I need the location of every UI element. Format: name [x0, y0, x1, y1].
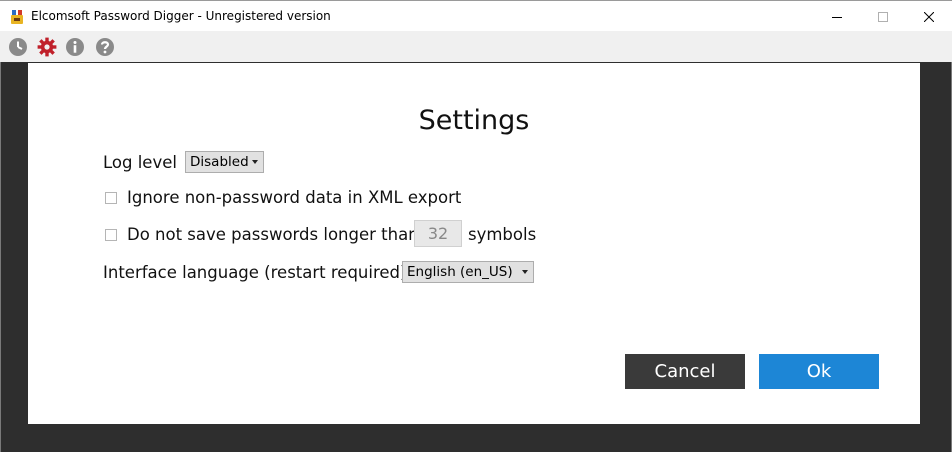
title-bar: Elcomsoft Password Digger - Unregistered…: [0, 0, 952, 31]
history-icon[interactable]: [8, 37, 28, 57]
interface-language-dropdown[interactable]: English (en_US): [402, 261, 534, 283]
max-length-label: Do not save passwords longer than: [127, 225, 419, 244]
log-level-dropdown[interactable]: Disabled: [185, 151, 264, 173]
app-logo-icon: [11, 10, 23, 24]
toolbar: [0, 31, 952, 62]
maximize-icon: [878, 11, 888, 22]
settings-title: Settings: [418, 105, 530, 136]
close-icon: [924, 11, 934, 22]
minimize-button[interactable]: [814, 1, 860, 32]
window-title: Elcomsoft Password Digger - Unregistered…: [31, 9, 331, 23]
cancel-button[interactable]: Cancel: [625, 354, 745, 389]
settings-gear-icon[interactable]: [37, 37, 57, 57]
log-level-value: Disabled: [190, 154, 249, 170]
help-icon[interactable]: [95, 37, 115, 57]
max-length-suffix: symbols: [468, 225, 537, 244]
ignore-non-password-checkbox[interactable]: [105, 192, 117, 204]
info-icon[interactable]: [65, 37, 85, 57]
ok-button[interactable]: Ok: [759, 354, 879, 389]
close-button[interactable]: [906, 1, 952, 32]
chevron-down-icon: [522, 270, 528, 274]
max-length-checkbox[interactable]: [105, 229, 117, 241]
minimize-icon: [832, 16, 842, 18]
chevron-down-icon: [252, 160, 258, 164]
interface-language-label: Interface language (restart required): [103, 263, 407, 282]
ignore-non-password-label: Ignore non-password data in XML export: [127, 188, 462, 207]
maximize-button[interactable]: [860, 1, 906, 32]
settings-panel: Settings Log level Disabled Ignore non-p…: [28, 63, 920, 424]
interface-language-value: English (en_US): [407, 264, 513, 280]
log-level-label: Log level: [103, 153, 177, 172]
max-length-input[interactable]: 32: [414, 220, 462, 247]
